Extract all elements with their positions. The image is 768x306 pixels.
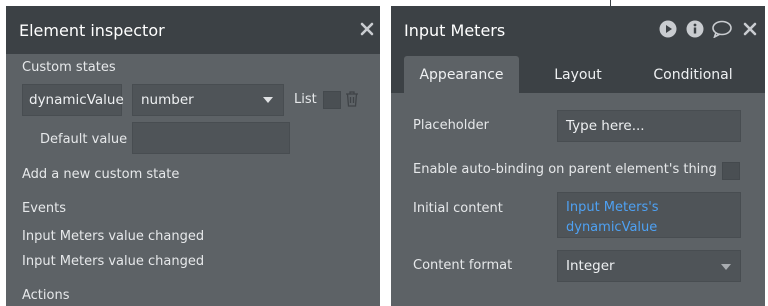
initial-content-label: Initial content — [413, 201, 503, 216]
state-name-value: dynamicValue — [29, 92, 124, 108]
close-icon[interactable] — [742, 21, 758, 37]
default-value-label: Default value — [40, 132, 128, 147]
comment-icon[interactable] — [712, 20, 732, 39]
content-format-value: Integer — [566, 258, 615, 274]
close-icon[interactable] — [359, 21, 375, 37]
state-type-value: number — [141, 92, 194, 108]
initial-content-field[interactable]: Input Meters's dynamicValue — [557, 192, 741, 238]
placeholder-label: Placeholder — [413, 118, 489, 133]
property-editor-panel: Input Meters Appearance Layout Condition… — [391, 6, 765, 306]
initial-content-expression-line1[interactable]: Input Meters's — [566, 200, 659, 215]
play-icon[interactable] — [659, 20, 677, 38]
placeholder-value: Type here... — [566, 118, 645, 134]
property-editor-header[interactable]: Input Meters — [391, 6, 765, 54]
content-format-dropdown[interactable]: Integer — [557, 250, 741, 282]
element-inspector-panel: Element inspector Custom states dynamicV… — [6, 6, 380, 306]
events-heading: Events — [22, 201, 67, 216]
default-value-field[interactable] — [132, 122, 290, 154]
tab-layout[interactable]: Layout — [523, 56, 633, 93]
event-item[interactable]: Input Meters value changed — [22, 229, 204, 244]
inspector-title: Element inspector — [19, 20, 165, 40]
chevron-down-icon — [263, 97, 273, 103]
content-format-label: Content format — [413, 258, 513, 273]
appearance-content: Placeholder Type here... Enable auto-bin… — [391, 93, 765, 306]
custom-states-heading: Custom states — [22, 60, 116, 75]
trash-icon[interactable] — [345, 90, 359, 108]
state-type-dropdown[interactable]: number — [132, 84, 284, 116]
tab-conditional[interactable]: Conditional — [637, 56, 749, 93]
placeholder-field[interactable]: Type here... — [557, 110, 741, 142]
list-checkbox[interactable] — [323, 91, 341, 109]
event-item[interactable]: Input Meters value changed — [22, 254, 204, 269]
info-icon[interactable] — [686, 20, 704, 38]
initial-content-expression-line2[interactable]: dynamicValue — [566, 220, 657, 235]
inspector-header[interactable]: Element inspector — [6, 6, 380, 54]
tab-appearance[interactable]: Appearance — [404, 56, 519, 93]
list-label: List — [294, 92, 317, 107]
add-custom-state-link[interactable]: Add a new custom state — [22, 167, 179, 182]
state-name-field[interactable]: dynamicValue — [22, 84, 124, 116]
property-editor-title: Input Meters — [404, 20, 506, 40]
autobinding-label: Enable auto-binding on parent element's … — [413, 162, 717, 177]
chevron-down-icon — [721, 264, 731, 270]
autobinding-checkbox[interactable] — [722, 162, 740, 180]
